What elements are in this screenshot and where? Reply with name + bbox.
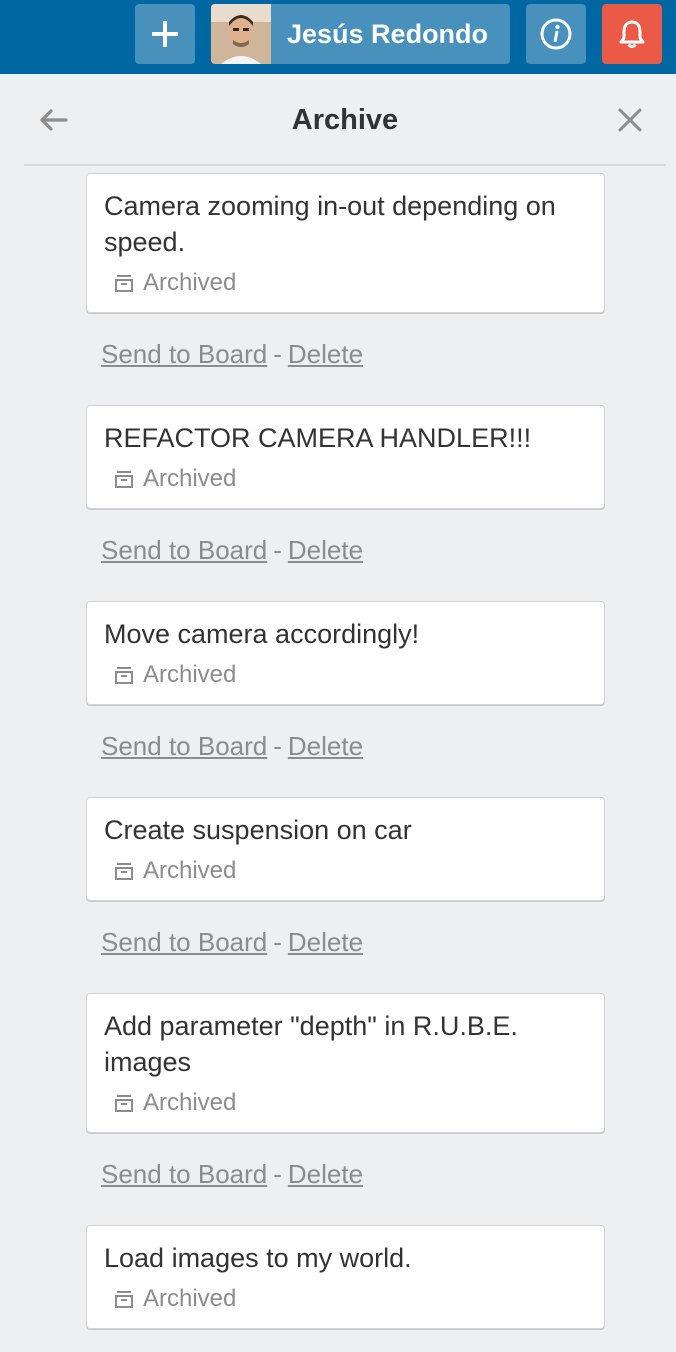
plus-icon bbox=[152, 21, 178, 47]
archived-badge: Archived bbox=[104, 1088, 586, 1118]
archived-card[interactable]: Add parameter "depth" in R.U.B.E. images… bbox=[86, 993, 605, 1133]
bell-icon bbox=[619, 20, 645, 48]
action-separator: - bbox=[273, 1159, 282, 1189]
archived-card[interactable]: Move camera accordingly! Archived bbox=[86, 601, 605, 705]
delete-link[interactable]: Delete bbox=[288, 339, 363, 369]
archive-icon bbox=[115, 1095, 133, 1112]
badge-label: Archived bbox=[143, 661, 237, 688]
action-separator: - bbox=[273, 927, 282, 957]
archived-card[interactable]: Camera zooming in-out depending on speed… bbox=[86, 173, 605, 313]
send-to-board-link[interactable]: Send to Board bbox=[101, 927, 267, 957]
close-icon bbox=[618, 108, 642, 132]
badge-label: Archived bbox=[143, 465, 237, 492]
badge-label: Archived bbox=[143, 857, 237, 884]
card-title: Create suspension on car bbox=[104, 815, 412, 845]
close-button[interactable] bbox=[614, 104, 646, 136]
member-menu-button[interactable]: Jesús Redondo bbox=[211, 4, 510, 64]
card-actions: Send to Board - Delete bbox=[101, 535, 363, 566]
archive-icon bbox=[115, 863, 133, 880]
top-bar: Jesús Redondo bbox=[0, 0, 676, 74]
archived-badge: Archived bbox=[104, 464, 586, 494]
card-actions: Send to Board - Delete bbox=[101, 339, 363, 370]
archive-icon bbox=[115, 471, 133, 488]
send-to-board-link[interactable]: Send to Board bbox=[101, 339, 267, 369]
panel-header: Archive bbox=[24, 74, 666, 166]
send-to-board-link[interactable]: Send to Board bbox=[101, 731, 267, 761]
card-actions: Send to Board - Delete bbox=[101, 1159, 363, 1190]
delete-link[interactable]: Delete bbox=[288, 731, 363, 761]
avatar bbox=[211, 4, 271, 64]
archive-icon bbox=[115, 667, 133, 684]
delete-link[interactable]: Delete bbox=[288, 1159, 363, 1189]
archived-badge: Archived bbox=[104, 268, 586, 298]
panel-title: Archive bbox=[291, 104, 399, 136]
card-actions: Send to Board - Delete bbox=[101, 927, 363, 958]
info-icon bbox=[540, 18, 572, 50]
card-title: REFACTOR CAMERA HANDLER!!! bbox=[104, 423, 532, 453]
badge-label: Archived bbox=[143, 1285, 237, 1312]
card-actions: Send to Board - Delete bbox=[101, 731, 363, 762]
send-to-board-link[interactable]: Send to Board bbox=[101, 535, 267, 565]
card-title: Move camera accordingly! bbox=[104, 619, 420, 649]
card-title: Add parameter "depth" in R.U.B.E. images bbox=[104, 1011, 518, 1077]
info-button[interactable] bbox=[526, 4, 586, 64]
archived-badge: Archived bbox=[104, 1284, 586, 1314]
notifications-button[interactable] bbox=[602, 4, 662, 64]
archived-card[interactable]: Load images to my world. Archived bbox=[86, 1225, 605, 1329]
archived-badge: Archived bbox=[104, 660, 586, 690]
action-separator: - bbox=[273, 339, 282, 369]
action-separator: - bbox=[273, 731, 282, 761]
delete-link[interactable]: Delete bbox=[288, 927, 363, 957]
badge-label: Archived bbox=[143, 1089, 237, 1116]
action-separator: - bbox=[273, 535, 282, 565]
archive-icon bbox=[115, 1291, 133, 1308]
archived-card[interactable]: Create suspension on car Archived bbox=[86, 797, 605, 901]
archive-icon bbox=[115, 275, 133, 292]
archived-badge: Archived bbox=[104, 856, 586, 886]
send-to-board-link[interactable]: Send to Board bbox=[101, 1159, 267, 1189]
archived-card[interactable]: REFACTOR CAMERA HANDLER!!! Archived bbox=[86, 405, 605, 509]
card-title: Camera zooming in-out depending on speed… bbox=[104, 191, 556, 257]
badge-label: Archived bbox=[143, 269, 237, 296]
add-button[interactable] bbox=[135, 4, 195, 64]
delete-link[interactable]: Delete bbox=[288, 535, 363, 565]
card-title: Load images to my world. bbox=[104, 1243, 412, 1273]
member-name: Jesús Redondo bbox=[287, 18, 489, 49]
